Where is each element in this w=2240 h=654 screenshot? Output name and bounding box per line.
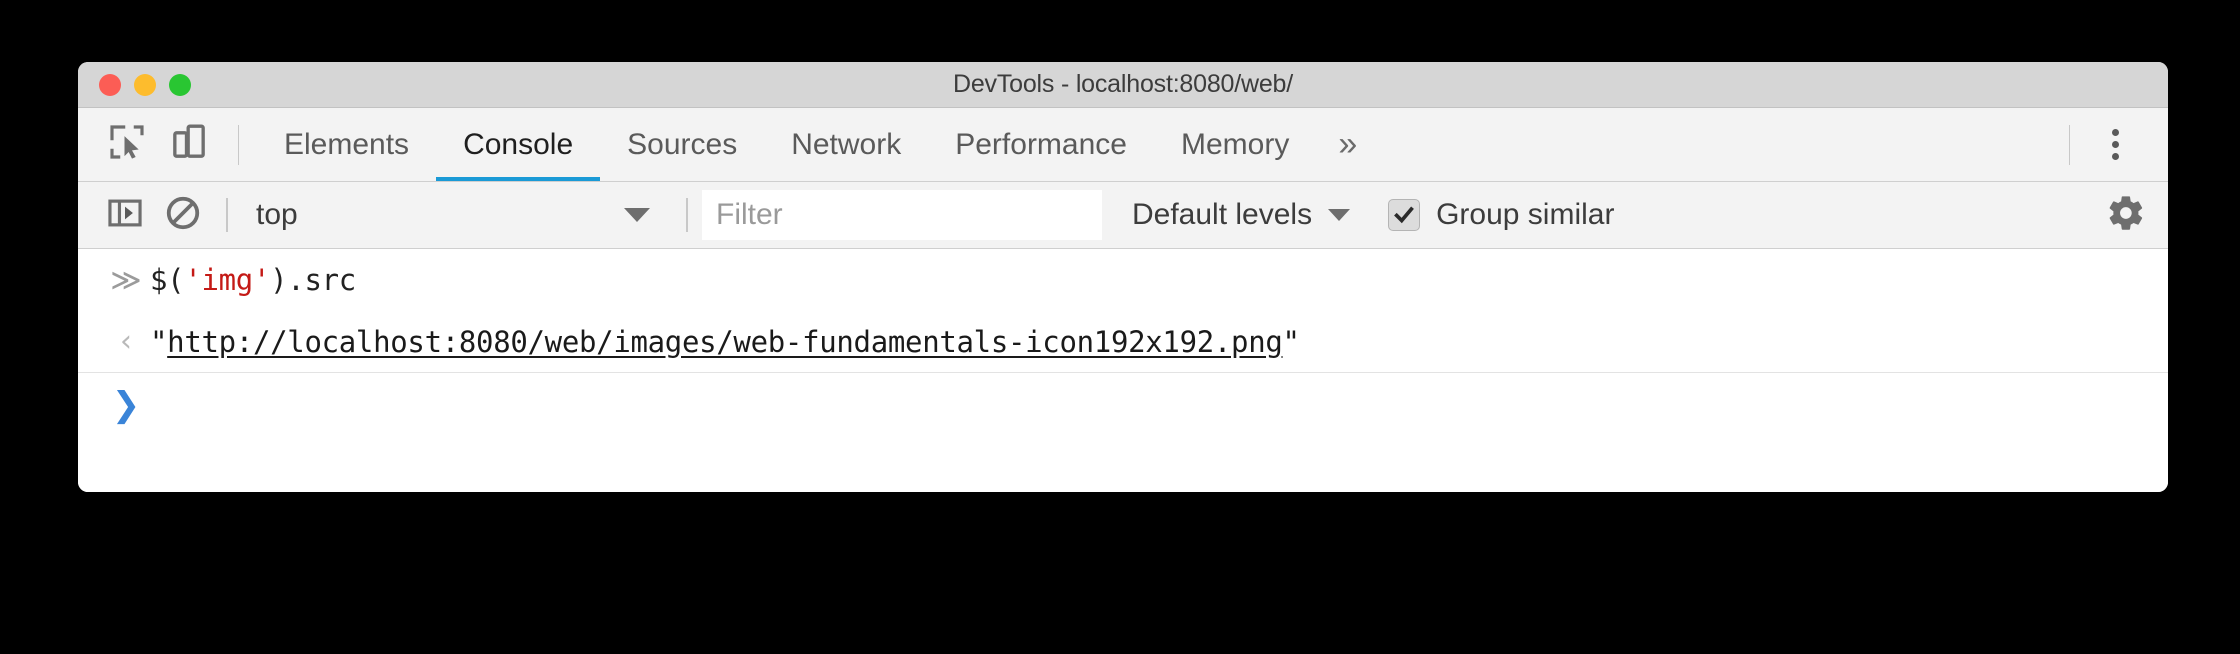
- group-similar-toggle[interactable]: Group similar: [1388, 198, 1614, 232]
- quote-close: ": [1282, 324, 1300, 359]
- tab-memory[interactable]: Memory: [1154, 108, 1316, 181]
- code-suffix: ).src: [270, 263, 356, 297]
- tab-sources[interactable]: Sources: [600, 108, 764, 181]
- console-sidebar-toggle-button[interactable]: [96, 186, 154, 244]
- clear-console-icon: [164, 194, 202, 237]
- log-levels-label: Default levels: [1132, 198, 1313, 231]
- result-url-link[interactable]: http://localhost:8080/web/images/web-fun…: [167, 325, 1283, 359]
- toolbar-divider: [238, 124, 239, 165]
- group-similar-checkbox[interactable]: [1388, 199, 1421, 231]
- window-title: DevTools - localhost:8080/web/: [952, 70, 1294, 98]
- console-input-expression: $('img').src: [150, 263, 356, 297]
- tab-elements-label: Elements: [284, 127, 410, 161]
- tab-sources-label: Sources: [627, 127, 738, 161]
- tab-console[interactable]: Console: [436, 108, 601, 181]
- tab-performance[interactable]: Performance: [928, 108, 1154, 181]
- devtools-window: DevTools - localhost:8080/web/ Elements …: [78, 62, 2168, 492]
- console-input-entry: ≫ $('img').src: [78, 249, 2168, 311]
- console-sidebar-icon: [106, 194, 144, 237]
- chevron-double-right-icon: »: [1338, 125, 1358, 163]
- tab-elements[interactable]: Elements: [257, 108, 436, 181]
- log-levels-selector[interactable]: Default levels: [1132, 198, 1351, 232]
- inspect-element-button[interactable]: [96, 114, 158, 176]
- execution-context-label: top: [256, 198, 298, 231]
- tabbar-right-group: [2051, 117, 2168, 173]
- console-result-entry: ‹ "http://localhost:8080/web/images/web-…: [78, 311, 2168, 373]
- inspect-element-icon: [107, 122, 147, 167]
- console-toolbar-divider: [226, 198, 228, 232]
- filter-divider: [686, 198, 688, 232]
- chevron-down-icon: [1328, 209, 1351, 221]
- tab-console-label: Console: [463, 127, 574, 161]
- execution-context-selector[interactable]: top: [242, 186, 672, 244]
- kebab-menu-icon-dot: [2111, 129, 2119, 136]
- devtools-tabbar: Elements Console Sources Network Perform…: [78, 108, 2168, 182]
- device-toolbar-icon: [169, 122, 209, 167]
- console-prompt-row[interactable]: ❯: [78, 373, 2168, 437]
- console-message-list: ≫ $('img').src ‹ "http://localhost:8080/…: [78, 249, 2168, 492]
- input-marker-icon: ≫: [110, 262, 142, 298]
- code-string-literal: 'img': [184, 263, 271, 297]
- prompt-chevron-icon: ❯: [111, 385, 141, 425]
- result-marker-icon: ‹: [120, 324, 132, 359]
- customize-devtools-button[interactable]: [2088, 117, 2142, 173]
- tabbar-right-divider: [2069, 124, 2070, 165]
- tab-network[interactable]: Network: [764, 108, 928, 181]
- tab-memory-label: Memory: [1180, 127, 1290, 161]
- group-similar-label: Group similar: [1436, 198, 1615, 231]
- device-toolbar-button[interactable]: [158, 114, 220, 176]
- window-titlebar: DevTools - localhost:8080/web/: [78, 62, 2168, 108]
- clear-console-button[interactable]: [154, 186, 212, 244]
- more-tabs-button[interactable]: »: [1316, 108, 1379, 181]
- gear-icon: [2106, 193, 2146, 238]
- console-toolbar: top Default levels Group similar: [78, 182, 2168, 249]
- console-filter-input[interactable]: [702, 190, 1102, 240]
- checkmark-icon: [1394, 206, 1415, 224]
- tab-network-label: Network: [791, 127, 902, 161]
- tab-performance-label: Performance: [955, 127, 1127, 161]
- console-result-value: "http://localhost:8080/web/images/web-fu…: [150, 325, 1300, 359]
- quote-open: ": [150, 324, 168, 359]
- kebab-menu-icon-dot: [2111, 141, 2119, 148]
- chevron-down-icon: [624, 208, 650, 222]
- code-prefix: $(: [150, 263, 185, 297]
- panel-tabs: Elements Console Sources Network Perform…: [257, 108, 2051, 181]
- kebab-menu-icon-dot: [2111, 153, 2119, 160]
- console-settings-button[interactable]: [2106, 193, 2168, 238]
